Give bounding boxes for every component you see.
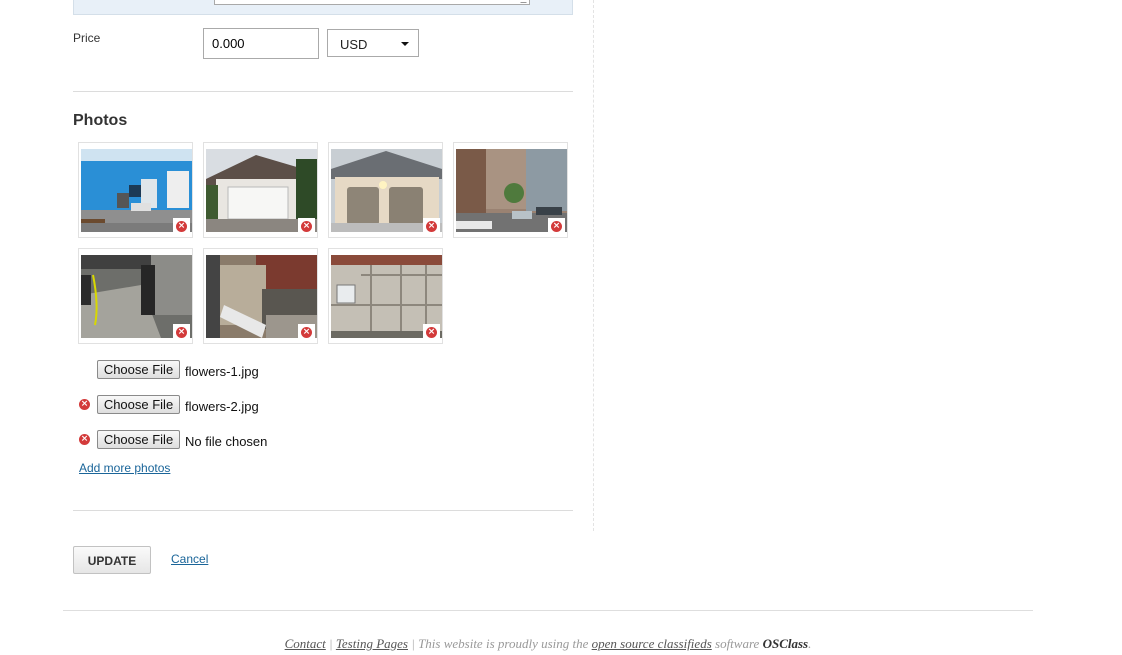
photos-title: Photos [73,112,128,129]
column-divider [593,0,594,531]
remove-icon[interactable]: × [423,324,440,341]
footer-text: This website is proudly using the [418,636,589,651]
remove-icon[interactable]: × [298,324,315,341]
photo-thumbnail-7: × [328,248,443,344]
footer-period: . [808,636,812,651]
file-name: flowers-2.jpg [185,399,259,414]
footer-text: software [715,636,760,651]
description-textarea[interactable] [214,0,530,5]
currency-select[interactable]: USD [327,29,419,57]
photo-thumbnail-6: × [203,248,318,344]
file-name: flowers-1.jpg [185,364,259,379]
remove-icon[interactable]: × [423,218,440,235]
footer-separator: | [329,636,333,651]
divider [73,91,573,92]
file-name: No file chosen [185,434,268,449]
testing-pages-link[interactable]: Testing Pages [336,636,408,651]
contact-link[interactable]: Contact [285,636,326,651]
footer-divider [63,610,1033,611]
photo-thumbnail-4: × [453,142,568,238]
photo-thumbnail-3: × [328,142,443,238]
cancel-link[interactable]: Cancel [171,552,208,566]
choose-file-button[interactable]: Choose File [97,360,180,379]
remove-icon[interactable]: × [76,396,93,413]
price-label: Price [73,31,101,45]
update-button[interactable]: UPDATE [73,546,151,574]
description-panel [73,0,573,15]
currency-value: USD [340,37,368,52]
choose-file-button[interactable]: Choose File [97,395,180,414]
remove-icon[interactable]: × [173,218,190,235]
photo-thumbnail-1: × [78,142,193,238]
photo-thumbnail-5: × [78,248,193,344]
add-more-photos-link[interactable]: Add more photos [79,461,170,475]
remove-icon[interactable]: × [173,324,190,341]
photo-thumbnail-2: × [203,142,318,238]
remove-icon[interactable]: × [298,218,315,235]
choose-file-button[interactable]: Choose File [97,430,180,449]
divider [73,510,573,511]
footer-separator: | [411,636,415,651]
price-input[interactable] [203,28,319,59]
footer-brand: OSClass [762,636,809,651]
open-source-classifieds-link[interactable]: open source classifieds [592,636,712,651]
remove-icon[interactable]: × [548,218,565,235]
footer: Contact | Testing Pages | This website i… [0,636,1096,652]
remove-icon[interactable]: × [76,431,93,448]
chevron-down-icon [401,42,409,46]
